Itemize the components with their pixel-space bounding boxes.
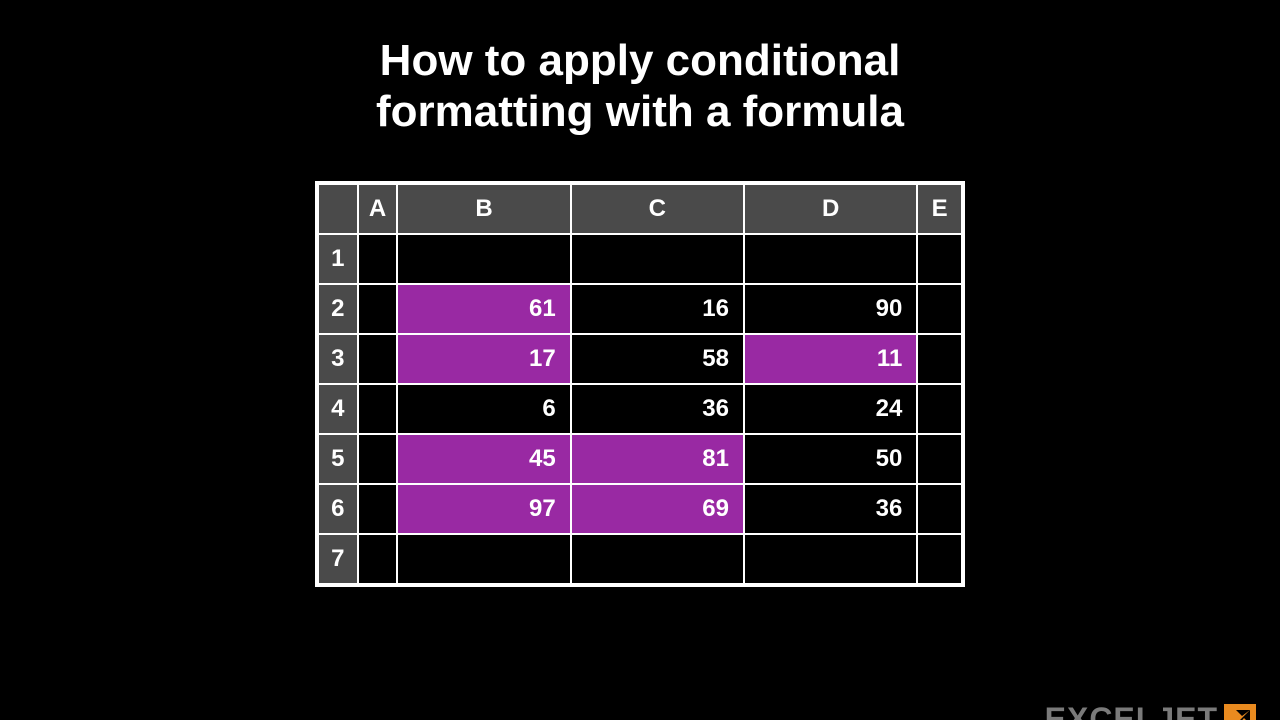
title-line-1: How to apply conditional — [380, 36, 901, 85]
cell-e4 — [917, 384, 962, 434]
cell-e5 — [917, 434, 962, 484]
row-header: 7 — [318, 534, 358, 584]
title-line-2: formatting with a formula — [376, 87, 904, 136]
col-header-a: A — [358, 184, 398, 234]
cell-a3 — [358, 334, 398, 384]
corner-cell — [318, 184, 358, 234]
row-header: 2 — [318, 284, 358, 334]
cell-b4: 6 — [397, 384, 570, 434]
cell-e7 — [917, 534, 962, 584]
table-row: 7 — [318, 534, 962, 584]
cell-b3: 17 — [397, 334, 570, 384]
col-header-b: B — [397, 184, 570, 234]
table-row: 6 97 69 36 — [318, 484, 962, 534]
cell-b5: 45 — [397, 434, 570, 484]
cell-c6: 69 — [571, 484, 744, 534]
table-row: 2 61 16 90 — [318, 284, 962, 334]
slide-title: How to apply conditional formatting with… — [0, 36, 1280, 137]
table-row: 4 6 36 24 — [318, 384, 962, 434]
cell-b7 — [397, 534, 570, 584]
cell-a6 — [358, 484, 398, 534]
cell-e1 — [917, 234, 962, 284]
cell-d7 — [744, 534, 917, 584]
cell-a2 — [358, 284, 398, 334]
row-header: 1 — [318, 234, 358, 284]
brand-logo: EXCELJET — [1045, 701, 1256, 720]
cell-e3 — [917, 334, 962, 384]
cell-d1 — [744, 234, 917, 284]
cell-c5: 81 — [571, 434, 744, 484]
cell-b2: 61 — [397, 284, 570, 334]
cell-a4 — [358, 384, 398, 434]
cell-c2: 16 — [571, 284, 744, 334]
cell-d3: 11 — [744, 334, 917, 384]
cell-d2: 90 — [744, 284, 917, 334]
row-header: 6 — [318, 484, 358, 534]
cell-e6 — [917, 484, 962, 534]
column-header-row: A B C D E — [318, 184, 962, 234]
arrow-icon — [1224, 704, 1256, 720]
spreadsheet-table: A B C D E 1 2 — [315, 181, 965, 587]
col-header-e: E — [917, 184, 962, 234]
row-header: 3 — [318, 334, 358, 384]
cell-b1 — [397, 234, 570, 284]
row-header: 5 — [318, 434, 358, 484]
table-row: 5 45 81 50 — [318, 434, 962, 484]
cell-c4: 36 — [571, 384, 744, 434]
table-row: 1 — [318, 234, 962, 284]
cell-a7 — [358, 534, 398, 584]
cell-a5 — [358, 434, 398, 484]
logo-text: EXCELJET — [1045, 701, 1218, 720]
cell-c3: 58 — [571, 334, 744, 384]
cell-e2 — [917, 284, 962, 334]
row-header: 4 — [318, 384, 358, 434]
cell-a1 — [358, 234, 398, 284]
col-header-d: D — [744, 184, 917, 234]
cell-c7 — [571, 534, 744, 584]
cell-d4: 24 — [744, 384, 917, 434]
col-header-c: C — [571, 184, 744, 234]
cell-d5: 50 — [744, 434, 917, 484]
table-row: 3 17 58 11 — [318, 334, 962, 384]
cell-b6: 97 — [397, 484, 570, 534]
cell-c1 — [571, 234, 744, 284]
cell-d6: 36 — [744, 484, 917, 534]
